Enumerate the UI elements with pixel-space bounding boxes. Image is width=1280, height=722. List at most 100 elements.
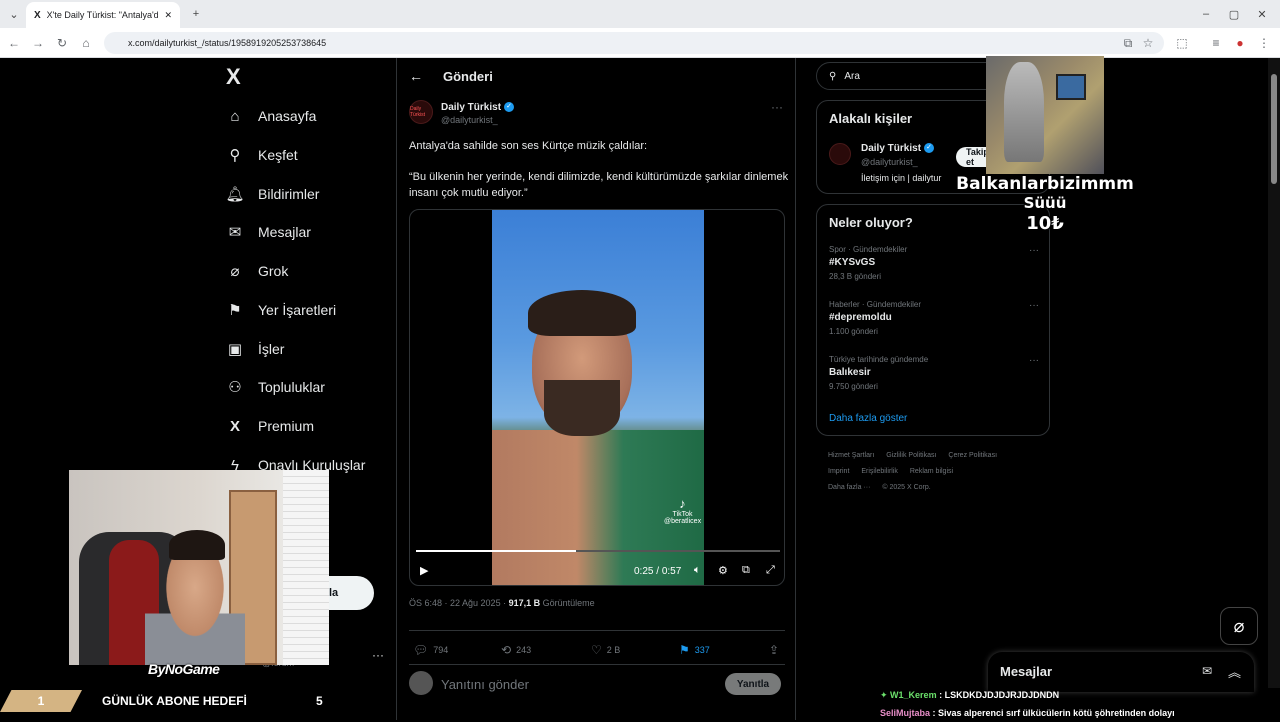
author-name[interactable]: Daily Türkist ✓ xyxy=(441,102,515,113)
post-text-quote: “Bu ülkenin her yerinde, kendi dilimizde… xyxy=(409,171,789,199)
scrollbar-thumb[interactable] xyxy=(1271,74,1277,184)
extensions-icon[interactable]: ⬚ xyxy=(1174,35,1190,51)
heart-icon: ♡ xyxy=(591,643,602,657)
profile-more-icon[interactable]: ··· xyxy=(372,648,384,662)
trend-item[interactable]: Haberler · Gündemdekiler #depremoldu 1.1… xyxy=(829,300,1039,336)
nav-label: İşler xyxy=(258,341,285,357)
browser-menu-icon[interactable]: ⋮ xyxy=(1256,35,1272,51)
close-tab-icon[interactable]: ✕ xyxy=(164,10,172,21)
reply-submit-button[interactable]: Yanıtla xyxy=(725,673,781,695)
page-scrollbar[interactable] xyxy=(1268,58,1280,688)
browser-tab[interactable]: X X'te Daily Türkist: "Antalya'da sahild… xyxy=(26,2,180,28)
search-icon: ⚲ xyxy=(829,70,837,82)
trend-more-icon[interactable]: ··· xyxy=(1029,300,1039,311)
fullscreen-icon[interactable]: ⤢ xyxy=(766,564,775,577)
repost-button[interactable]: ⟲ 243 xyxy=(501,643,531,657)
expand-chevron-icon[interactable]: ︽ xyxy=(1228,662,1241,681)
author-avatar[interactable]: Daily Türkist xyxy=(409,100,433,124)
donation-alert-text: Balkanlarbizimmm Süüü 10₺ xyxy=(956,174,1134,234)
forward-icon[interactable]: → xyxy=(30,35,46,51)
reply-composer: Yanıtını gönder Yanıtla xyxy=(409,664,785,704)
reply-button[interactable]: 💬︎ 794 xyxy=(413,643,448,657)
x-favicon-icon: X xyxy=(34,9,41,21)
related-name[interactable]: Daily Türkist ✓ xyxy=(861,143,935,154)
reply-icon: 💬︎ xyxy=(413,643,429,657)
trend-item[interactable]: Spor · Gündemdekiler #KYSvGS 28,3 B gönd… xyxy=(829,245,1039,281)
profile-icon[interactable]: ● xyxy=(1232,35,1248,51)
x-logo-icon[interactable]: X xyxy=(226,64,241,90)
nav-item-bookmarks[interactable]: ⚑ Yer İşaretleri xyxy=(226,296,336,324)
reading-list-icon[interactable]: ≡ xyxy=(1208,35,1224,51)
share-icon: ⇪ xyxy=(769,643,780,657)
nav-item-grok[interactable]: ⌀ Grok xyxy=(226,257,288,285)
nav-label: Anasayfa xyxy=(258,108,317,124)
author-handle[interactable]: @dailyturkist_ xyxy=(441,115,498,125)
post-header: ← Gönderi xyxy=(397,58,797,94)
settings-gear-icon[interactable]: ⚙ xyxy=(718,564,728,577)
home-page-icon[interactable]: ⌂ xyxy=(78,35,94,51)
new-message-icon[interactable]: ✉ xyxy=(1202,664,1212,678)
video-progress-bar[interactable] xyxy=(416,550,780,552)
chat-user-icon: ✦ xyxy=(880,690,891,700)
nav-item-notifications[interactable]: 🔔︎ Bildirimler xyxy=(225,180,319,208)
url-field[interactable]: x.com/dailyturkist_/status/1958919205253… xyxy=(104,32,1164,54)
page-title: Gönderi xyxy=(443,68,493,84)
maximize-icon[interactable]: ▢ xyxy=(1226,6,1242,22)
post-button-peek[interactable]: la xyxy=(327,576,374,610)
video-person-hair xyxy=(528,290,636,336)
goal-label: GÜNLÜK ABONE HEDEFİ xyxy=(102,694,247,708)
video-timecode: 0:25 / 0:57 xyxy=(634,566,682,577)
back-icon[interactable]: ← xyxy=(6,35,22,51)
minimize-icon[interactable]: – xyxy=(1198,6,1214,22)
related-handle: @dailyturkist_ xyxy=(861,157,918,167)
tab-list-icon[interactable]: ⌄ xyxy=(6,6,22,22)
video-progress-fill xyxy=(416,550,577,552)
webcam-person-hair xyxy=(169,530,225,560)
nav-item-communities[interactable]: ⚇ Topluluklar xyxy=(226,373,325,401)
like-button[interactable]: ♡ 2 B xyxy=(591,643,620,657)
window-close-icon[interactable]: ✕ xyxy=(1254,6,1270,22)
nav-item-messages[interactable]: ✉ Mesajlar xyxy=(226,218,311,246)
pip-icon[interactable]: ⧉ xyxy=(742,564,750,577)
donation-alert-image xyxy=(986,56,1104,174)
volume-icon[interactable]: 🔈︎ xyxy=(694,564,701,577)
more-options-icon[interactable]: ··· xyxy=(771,100,783,114)
bell-icon: 🔔︎ xyxy=(225,186,245,203)
repost-icon: ⟲ xyxy=(501,643,512,657)
stream-chat: ✦ W1_Kerem : LSKDKDJDJDJRJDJDNDN SeliMuj… xyxy=(880,686,1280,722)
bookmark-button[interactable]: ⚑ 337 xyxy=(679,643,710,657)
show-more-link[interactable]: Daha fazla göster xyxy=(829,413,907,424)
play-icon[interactable]: ▶ xyxy=(420,564,428,577)
post-timestamp[interactable]: ÖS 6:48 · 22 Ağu 2025 · xyxy=(409,598,509,608)
reply-input[interactable]: Yanıtını gönder xyxy=(441,677,529,692)
bookmark-filled-icon: ⚑ xyxy=(679,643,690,657)
back-arrow-icon[interactable]: ← xyxy=(409,68,423,84)
verified-badge-icon: ✓ xyxy=(504,102,515,113)
share-button[interactable]: ⇪ xyxy=(769,643,779,657)
goal-current: 1 xyxy=(0,690,82,712)
footer-links: Hizmet Şartları Gizlilik Politikası Çere… xyxy=(828,452,998,491)
post-text-line: Antalya'da sahilde son ses Kürtçe müzik … xyxy=(409,140,648,152)
nav-item-home[interactable]: ⌂ Anasayfa xyxy=(226,102,316,130)
trend-more-icon[interactable]: ··· xyxy=(1029,245,1039,256)
related-avatar[interactable] xyxy=(829,143,851,165)
tiktok-logo-icon: ♪ xyxy=(679,496,686,511)
reload-icon[interactable]: ↻ xyxy=(54,35,70,51)
install-app-icon[interactable]: ⧉ xyxy=(1120,35,1136,51)
nav-item-explore[interactable]: ⚲ Keşfet xyxy=(226,141,298,169)
post-actions: 💬︎ 794 ⟲ 243 ♡ 2 B ⚑ 337 ⇪ xyxy=(409,630,785,657)
grok-float-button[interactable]: ⌀ xyxy=(1220,607,1258,645)
video-person-beard xyxy=(544,380,620,436)
new-tab-icon[interactable]: + xyxy=(188,6,204,22)
streamer-brand: ByNoGame xyxy=(148,661,220,677)
nav-item-jobs[interactable]: ▣ İşler xyxy=(226,335,285,363)
nav-label: Premium xyxy=(258,418,315,434)
video-player[interactable]: ♪ TikTok @beratlicex ▶ 0:25 / 0:57 🔈︎ ⚙ … xyxy=(409,209,785,586)
nav-label: Yer İşaretleri xyxy=(258,302,337,318)
bookmark-star-icon[interactable]: ☆ xyxy=(1140,35,1156,51)
streamer-webcam xyxy=(69,470,329,665)
trend-more-icon[interactable]: ··· xyxy=(1029,355,1039,366)
trend-item[interactable]: Türkiye tarihinde gündemde Balıkesir 9.7… xyxy=(829,355,1039,391)
nav-item-premium[interactable]: X Premium xyxy=(226,412,314,440)
chat-message: ✦ W1_Kerem : LSKDKDJDJDJRJDJDNDN xyxy=(880,690,1060,700)
